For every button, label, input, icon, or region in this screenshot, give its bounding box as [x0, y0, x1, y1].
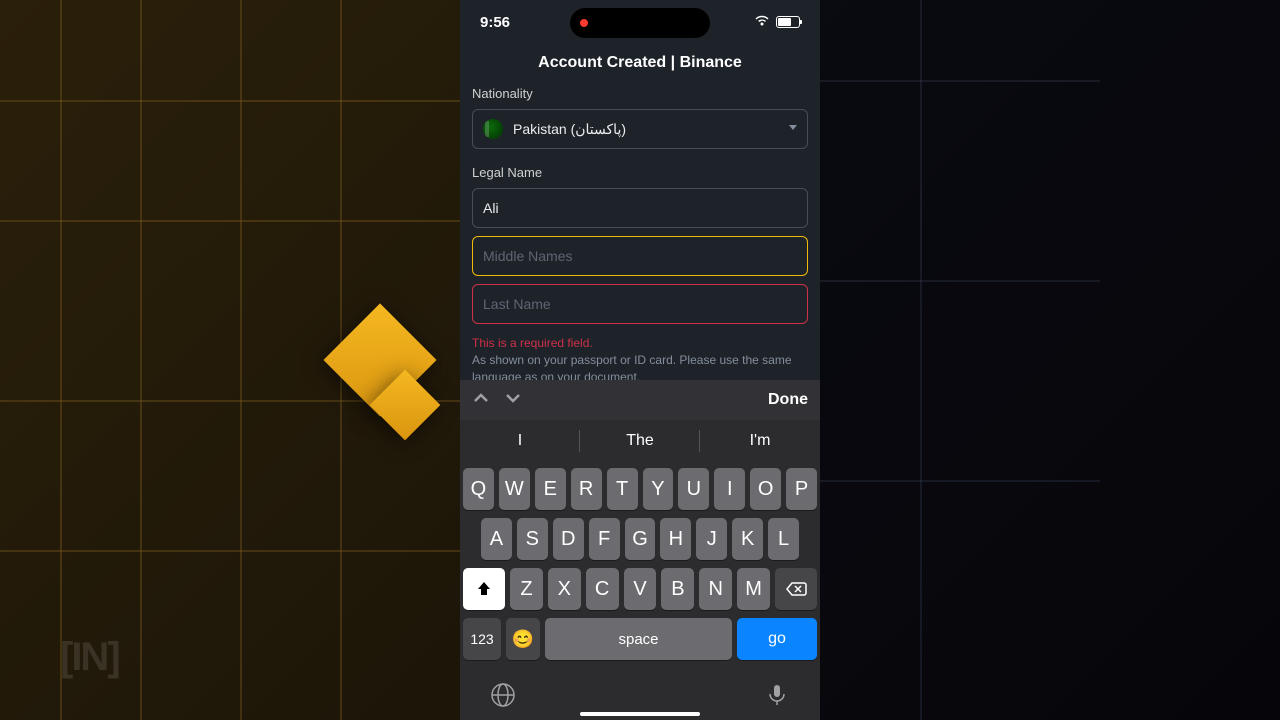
- status-bar: 9:56: [460, 0, 820, 44]
- keyboard-row-3: Z X C V B N M: [463, 568, 817, 610]
- key-f[interactable]: F: [589, 518, 620, 560]
- key-p[interactable]: P: [786, 468, 817, 510]
- key-m[interactable]: M: [737, 568, 770, 610]
- wifi-icon: [754, 14, 770, 30]
- key-q[interactable]: Q: [463, 468, 494, 510]
- key-d[interactable]: D: [553, 518, 584, 560]
- key-l[interactable]: L: [768, 518, 799, 560]
- nationality-select[interactable]: Pakistan (پاکستان): [472, 109, 808, 149]
- key-n[interactable]: N: [699, 568, 732, 610]
- emoji-key[interactable]: 😊: [506, 618, 540, 660]
- key-t[interactable]: T: [607, 468, 638, 510]
- error-message: This is a required field.: [472, 336, 808, 350]
- watermark: [IN]: [60, 635, 119, 680]
- first-name-input[interactable]: [472, 188, 808, 228]
- suggestion-3[interactable]: I'm: [700, 420, 820, 462]
- key-z[interactable]: Z: [510, 568, 543, 610]
- mic-key[interactable]: [764, 682, 790, 713]
- nationality-value: Pakistan (پاکستان): [513, 121, 626, 138]
- nationality-label: Nationality: [472, 86, 808, 101]
- key-j[interactable]: J: [696, 518, 727, 560]
- middle-name-input[interactable]: [472, 236, 808, 276]
- key-e[interactable]: E: [535, 468, 566, 510]
- key-v[interactable]: V: [624, 568, 657, 610]
- notch: [570, 8, 710, 38]
- key-s[interactable]: S: [517, 518, 548, 560]
- key-g[interactable]: G: [625, 518, 656, 560]
- battery-icon: [776, 16, 800, 28]
- page-title: Account Created | Binance: [460, 44, 820, 86]
- keyboard: Done I The I'm Q W E R T Y U I O P A S: [460, 380, 820, 720]
- keyboard-row-4: 123 😊 space go: [463, 618, 817, 660]
- key-y[interactable]: Y: [643, 468, 674, 510]
- key-a[interactable]: A: [481, 518, 512, 560]
- suggestion-2[interactable]: The: [580, 420, 700, 462]
- phone-frame: 9:56 Account Created | Binance Nationali…: [460, 0, 820, 720]
- shift-key[interactable]: [463, 568, 505, 610]
- key-x[interactable]: X: [548, 568, 581, 610]
- numeric-key[interactable]: 123: [463, 618, 501, 660]
- key-o[interactable]: O: [750, 468, 781, 510]
- keyboard-row-2: A S D F G H J K L: [463, 518, 817, 560]
- key-i[interactable]: I: [714, 468, 745, 510]
- status-time: 9:56: [480, 14, 510, 31]
- keyboard-done-button[interactable]: Done: [768, 391, 808, 409]
- prev-field-button[interactable]: [472, 389, 490, 412]
- key-c[interactable]: C: [586, 568, 619, 610]
- home-indicator[interactable]: [580, 712, 700, 716]
- recording-indicator-icon: [580, 19, 588, 27]
- chevron-down-icon: [789, 125, 797, 130]
- go-key[interactable]: go: [737, 618, 817, 660]
- key-k[interactable]: K: [732, 518, 763, 560]
- suggestion-1[interactable]: I: [460, 420, 580, 462]
- next-field-button[interactable]: [504, 389, 522, 412]
- backspace-key[interactable]: [775, 568, 817, 610]
- legal-name-label: Legal Name: [472, 165, 808, 180]
- key-h[interactable]: H: [660, 518, 691, 560]
- keyboard-suggestions: I The I'm: [460, 420, 820, 462]
- key-w[interactable]: W: [499, 468, 530, 510]
- key-r[interactable]: R: [571, 468, 602, 510]
- last-name-input[interactable]: [472, 284, 808, 324]
- key-u[interactable]: U: [678, 468, 709, 510]
- space-key[interactable]: space: [545, 618, 732, 660]
- key-b[interactable]: B: [661, 568, 694, 610]
- globe-key[interactable]: [490, 682, 516, 713]
- keyboard-accessory: Done: [460, 380, 820, 420]
- flag-icon: [483, 119, 503, 139]
- keyboard-row-1: Q W E R T Y U I O P: [463, 468, 817, 510]
